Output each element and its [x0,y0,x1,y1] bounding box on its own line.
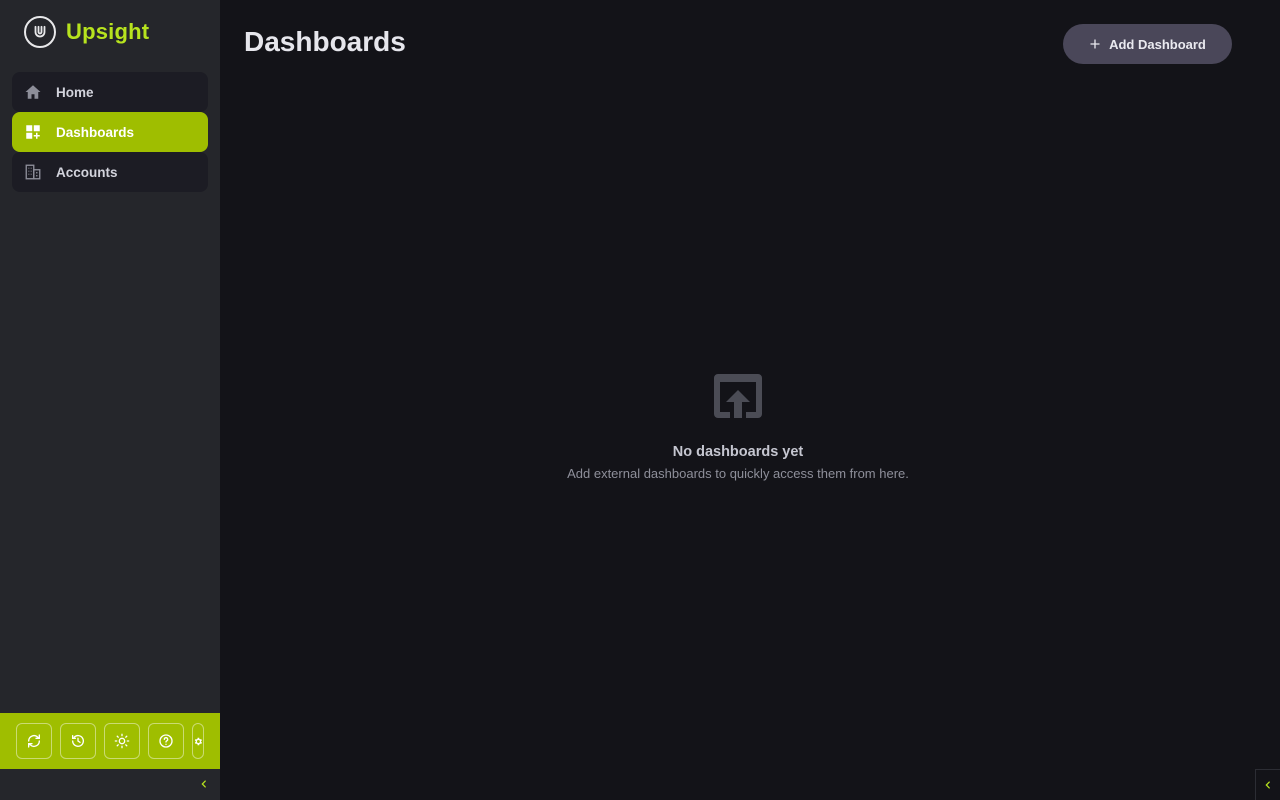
settings-button[interactable] [192,723,204,759]
chevron-left-icon [201,780,206,788]
upsight-logo-icon [24,16,56,48]
page-title: Dashboards [244,26,406,57]
help-button[interactable] [148,723,184,759]
sidebar-item-label: Dashboards [56,124,135,140]
plus-icon [1090,39,1100,49]
open-in-new-icon [714,374,762,418]
sun-icon [114,733,130,749]
sync-icon [28,734,40,748]
gear-icon [194,737,202,745]
help-icon [159,734,173,748]
sync-button[interactable] [16,723,52,759]
history-icon [72,734,84,747]
collapse-panel-button[interactable] [1255,769,1280,800]
home-icon [25,85,41,99]
building-icon [25,164,41,180]
sidebar: Upsight Home Dashboards Accounts [0,0,220,800]
sidebar-toolbar [0,713,220,769]
sidebar-item-accounts[interactable]: Accounts [12,152,208,192]
empty-state-subtitle: Add external dashboards to quickly acces… [567,466,909,481]
add-dashboard-button[interactable]: Add Dashboard [1063,24,1232,64]
app-logo[interactable]: Upsight [24,16,149,48]
sidebar-item-home[interactable]: Home [12,72,208,112]
dashboard-icon [26,125,40,139]
sidebar-item-label: Accounts [56,164,118,180]
collapse-sidebar-button[interactable] [196,776,212,792]
empty-state-title: No dashboards yet [672,444,804,460]
theme-toggle-button[interactable] [104,723,140,759]
sidebar-nav: Home Dashboards Accounts [12,72,208,192]
add-dashboard-label: Add Dashboard [1109,36,1206,52]
history-button[interactable] [60,723,96,759]
app-name: Upsight [66,19,150,44]
chevron-left-icon [1265,781,1270,789]
sidebar-item-label: Home [56,84,94,100]
empty-state: No dashboards yet Add external dashboard… [500,372,976,481]
sidebar-item-dashboards[interactable]: Dashboards [12,112,208,152]
